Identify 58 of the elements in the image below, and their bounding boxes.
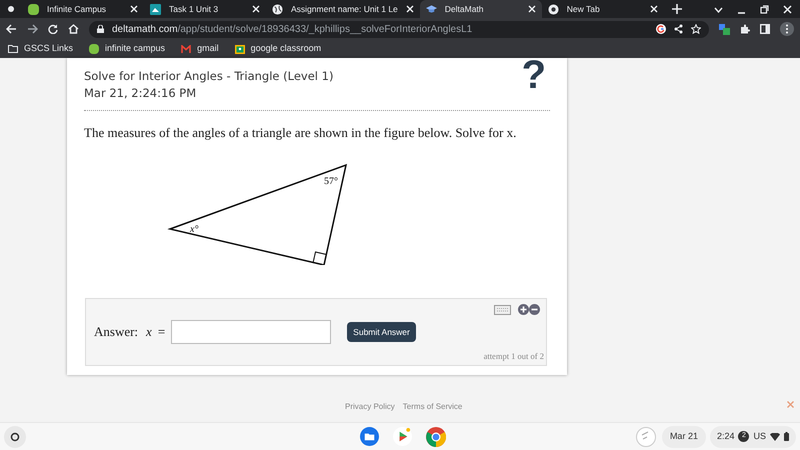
forward-icon[interactable] — [27, 24, 38, 34]
menu-icon[interactable] — [780, 22, 794, 36]
pinned-tab-icon — [7, 5, 15, 13]
tab-search-icon[interactable] — [714, 6, 723, 12]
lock-icon — [97, 25, 104, 33]
answer-variable: x — [146, 323, 152, 342]
browser-tab[interactable]: Task 1 Unit 3 — [144, 0, 266, 18]
play-store-icon[interactable] — [393, 427, 412, 446]
angle-label: 57° — [324, 176, 338, 186]
home-icon[interactable] — [68, 24, 79, 34]
share-icon[interactable] — [674, 24, 683, 34]
chrome-logo-icon — [548, 4, 559, 14]
equals-sign: = — [158, 323, 166, 342]
back-icon[interactable] — [6, 24, 17, 34]
restore-icon[interactable] — [760, 5, 769, 14]
minus-icon[interactable] — [529, 304, 540, 315]
bookmark[interactable]: gmail — [181, 42, 219, 56]
plus-icon[interactable] — [518, 304, 529, 315]
google-logo-icon[interactable] — [656, 24, 666, 34]
question-text: The measures of the angles of a triangle are shown in the figure below. Solve for x. — [84, 124, 518, 142]
browser-tab[interactable]: Assignment name: Unit 1 Le — [266, 0, 420, 18]
side-panel-icon[interactable] — [760, 24, 770, 34]
browser-tab[interactable]: Infinite Campus — [22, 0, 144, 18]
bookmark[interactable]: google classroom — [234, 42, 322, 56]
angle-label: x° — [190, 224, 198, 234]
attempt-counter: attempt 1 out of 2 — [484, 350, 544, 363]
new-tab-icon[interactable] — [672, 4, 682, 14]
reload-icon[interactable] — [48, 24, 58, 34]
folder-icon — [8, 45, 18, 53]
submit-answer-button[interactable]: Submit Answer — [347, 322, 416, 342]
battery-icon — [784, 432, 789, 441]
answer-label: Answer: — [94, 323, 138, 342]
problem-timestamp: Mar 21, 2:24:16 PM — [84, 85, 198, 102]
campus-logo-icon — [89, 44, 100, 54]
extension-icon[interactable] — [719, 24, 730, 34]
answer-input[interactable] — [171, 320, 332, 344]
launcher-icon[interactable] — [4, 426, 26, 448]
keyboard-icon[interactable] — [494, 304, 511, 314]
image-icon — [150, 4, 161, 14]
bookmark[interactable]: infinite campus — [89, 42, 166, 56]
wifi-icon — [770, 432, 780, 440]
bookmark[interactable]: GSCS Links — [8, 42, 74, 56]
chrome-app-icon[interactable] — [426, 426, 446, 446]
globe-icon — [272, 4, 283, 14]
files-app-icon[interactable] — [360, 427, 379, 446]
puzzle-icon[interactable] — [740, 24, 750, 34]
classroom-icon — [234, 44, 245, 54]
problem-title: Solve for Interior Angles - Triangle (Level 1) — [84, 68, 334, 85]
close-window-icon[interactable] — [783, 5, 792, 14]
campus-logo-icon — [28, 4, 39, 14]
browser-tab[interactable]: New Tab — [542, 0, 664, 18]
graduation-cap-icon — [426, 4, 437, 14]
mail-icon — [181, 45, 192, 53]
help-question-mark[interactable]: ? — [522, 58, 546, 102]
address-bar[interactable]: deltamath.com/app/student/solve/18936433/_kphillips__solveForInteriorAnglesL1 — [89, 20, 709, 38]
star-icon[interactable] — [691, 24, 701, 34]
browser-tab[interactable]: DeltaMath — [420, 0, 542, 18]
date-display[interactable]: Mar 21 — [662, 426, 706, 448]
